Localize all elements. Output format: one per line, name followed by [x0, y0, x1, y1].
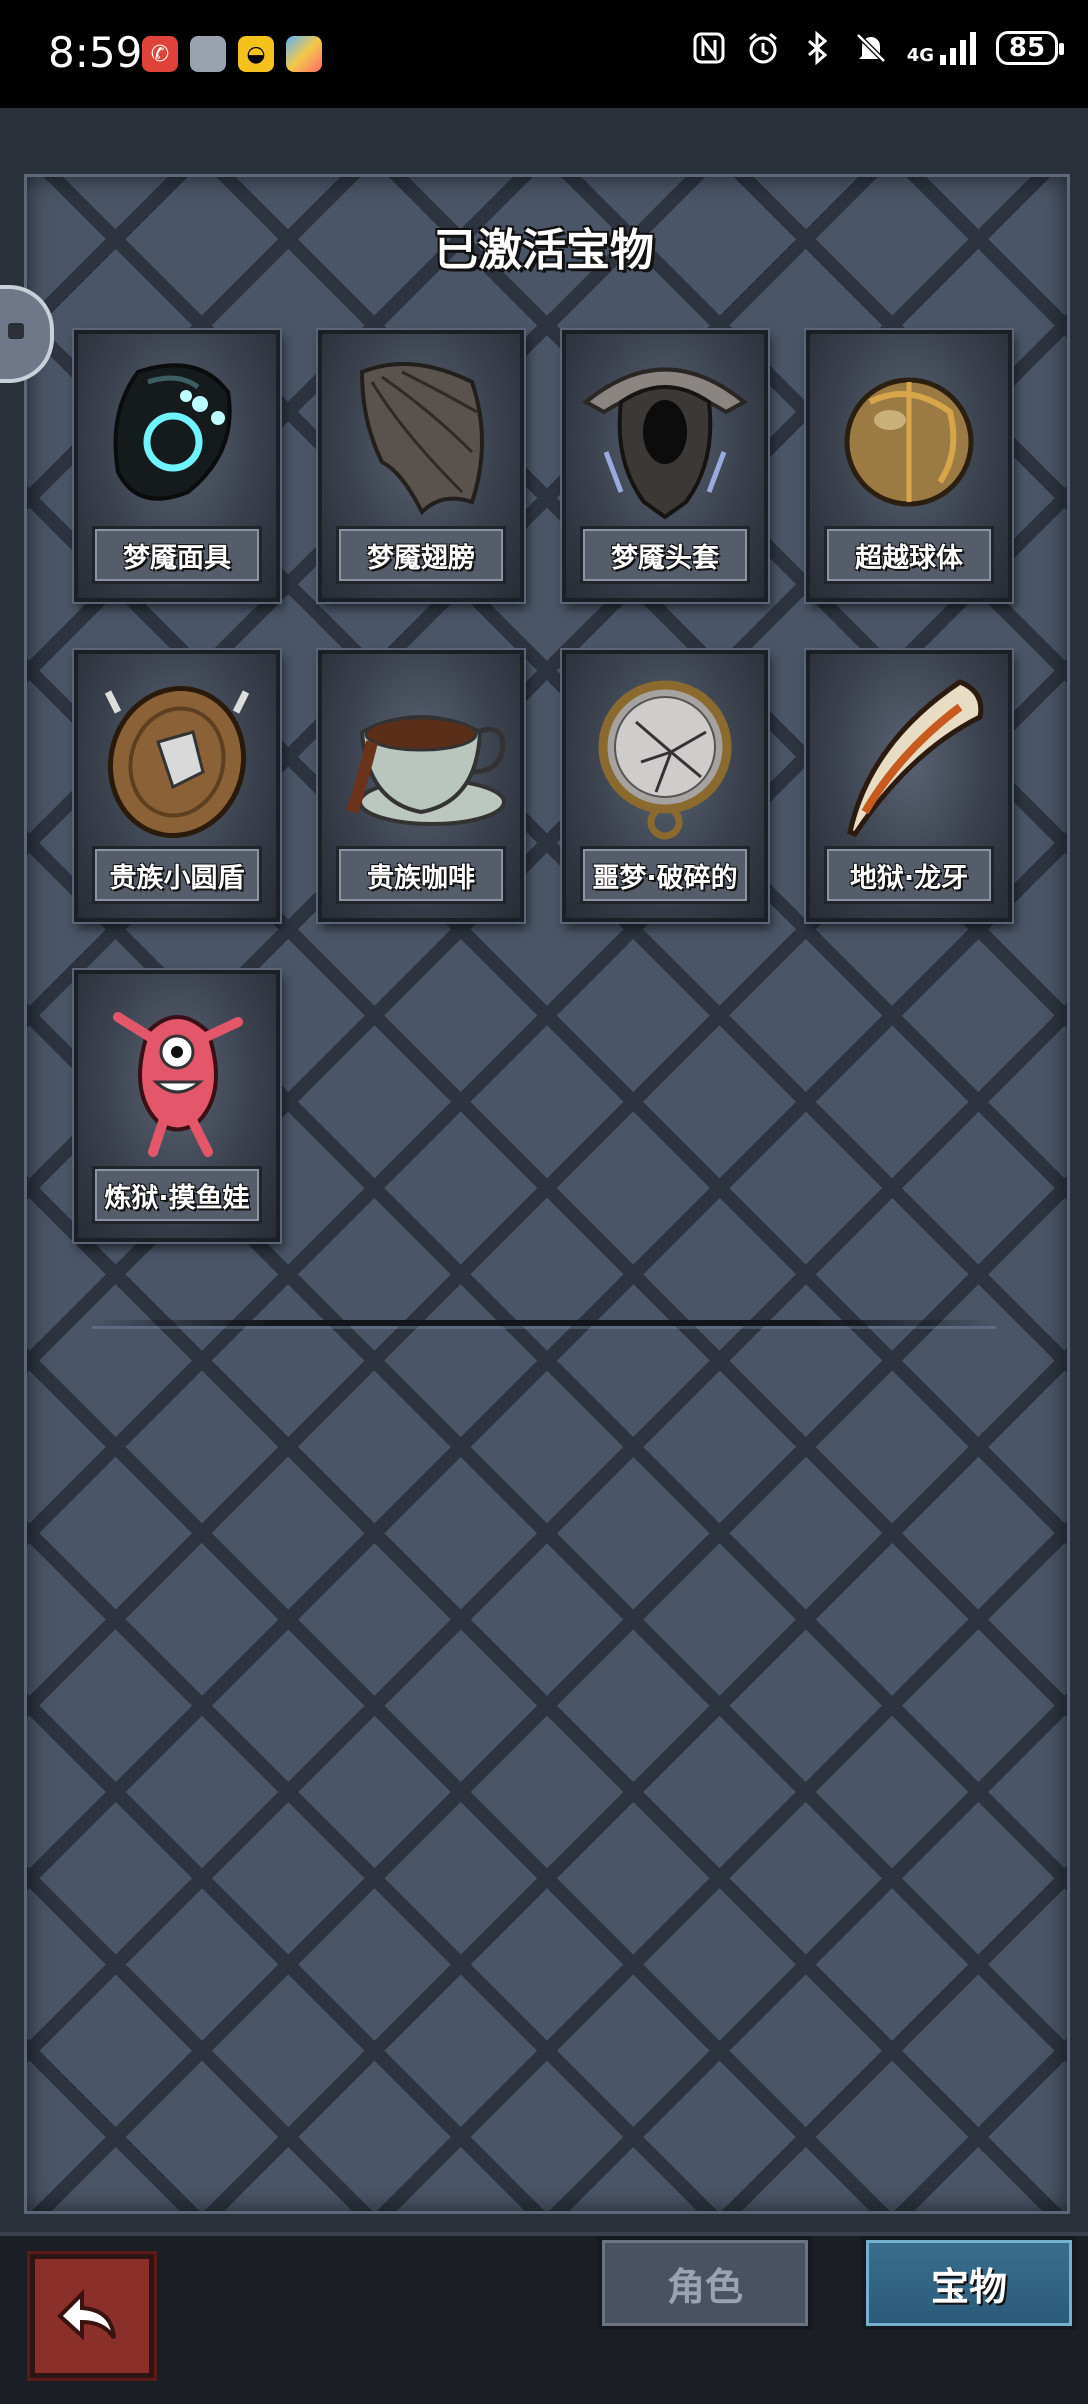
treasure-name: 梦魇头套: [580, 526, 750, 584]
treasure-card[interactable]: 梦魇翅膀: [318, 330, 524, 602]
signal-bars-icon: [940, 32, 976, 65]
network-type: 4G: [906, 45, 934, 66]
treasure-name: 贵族咖啡: [336, 846, 506, 904]
treasure-card[interactable]: 梦魇面具: [74, 330, 280, 602]
notification-icons: ✆ ◒: [142, 36, 322, 72]
yellow-app-icon: ◒: [238, 36, 274, 72]
bluetooth-icon: [807, 30, 827, 66]
noble-coffee-icon: [346, 715, 506, 826]
back-arrow-icon: [57, 2289, 116, 2341]
treasure-card[interactable]: 梦魇头套: [562, 330, 768, 602]
treasure-name: 炼狱·摸鱼娃: [92, 1166, 262, 1224]
nightmare-helmet-icon: [582, 367, 748, 520]
page-title: 已激活宝物: [434, 225, 654, 276]
treasure-card[interactable]: 地狱·龙牙: [806, 650, 1012, 922]
treasure-card[interactable]: 超越球体: [806, 330, 1012, 602]
battery-level: 85: [1008, 33, 1046, 63]
tab-role[interactable]: 角色: [598, 2236, 812, 2330]
treasure-name: 梦魇翅膀: [336, 526, 506, 584]
alarm-icon: [748, 32, 777, 64]
pink-doll-icon: [113, 1012, 243, 1157]
mute-bell-icon: [855, 33, 886, 63]
treasure-card[interactable]: 噩梦·破碎的: [562, 650, 768, 922]
treasure-card[interactable]: 贵族咖啡: [318, 650, 524, 922]
system-status: 4G 85: [691, 30, 1064, 66]
treasure-name: 贵族小圆盾: [92, 846, 262, 904]
dragon-fang-icon: [847, 679, 984, 838]
game-app-icon: [286, 36, 322, 72]
photo-app-icon: [190, 36, 226, 72]
treasure-card[interactable]: 贵族小圆盾: [74, 650, 280, 922]
treasure-name: 超越球体: [824, 526, 994, 584]
back-button[interactable]: [30, 2254, 154, 2378]
treasure-card[interactable]: 炼狱·摸鱼娃: [74, 970, 280, 1242]
tab-treasure[interactable]: 宝物: [862, 2236, 1076, 2330]
transcend-sphere-icon: [844, 377, 974, 507]
battery-indicator: 85: [996, 31, 1064, 65]
nightmare-wing-icon: [359, 362, 484, 516]
treasure-name: 地狱·龙牙: [824, 846, 994, 904]
status-bar: 8:59 ✆ ◒ 4G 85: [0, 0, 1088, 108]
cellular-signal: 4G: [907, 31, 978, 65]
broken-pocket-watch-icon: [598, 680, 732, 840]
treasure-name: 梦魇面具: [92, 526, 262, 584]
nightmare-mask-icon: [113, 363, 232, 501]
missed-call-icon: ✆: [142, 36, 178, 72]
noble-buckler-icon: [104, 686, 250, 838]
treasure-name: 噩梦·破碎的: [580, 846, 750, 904]
nfc-icon: [693, 32, 725, 64]
status-time: 8:59: [48, 28, 143, 77]
section-divider: [92, 1320, 996, 1326]
